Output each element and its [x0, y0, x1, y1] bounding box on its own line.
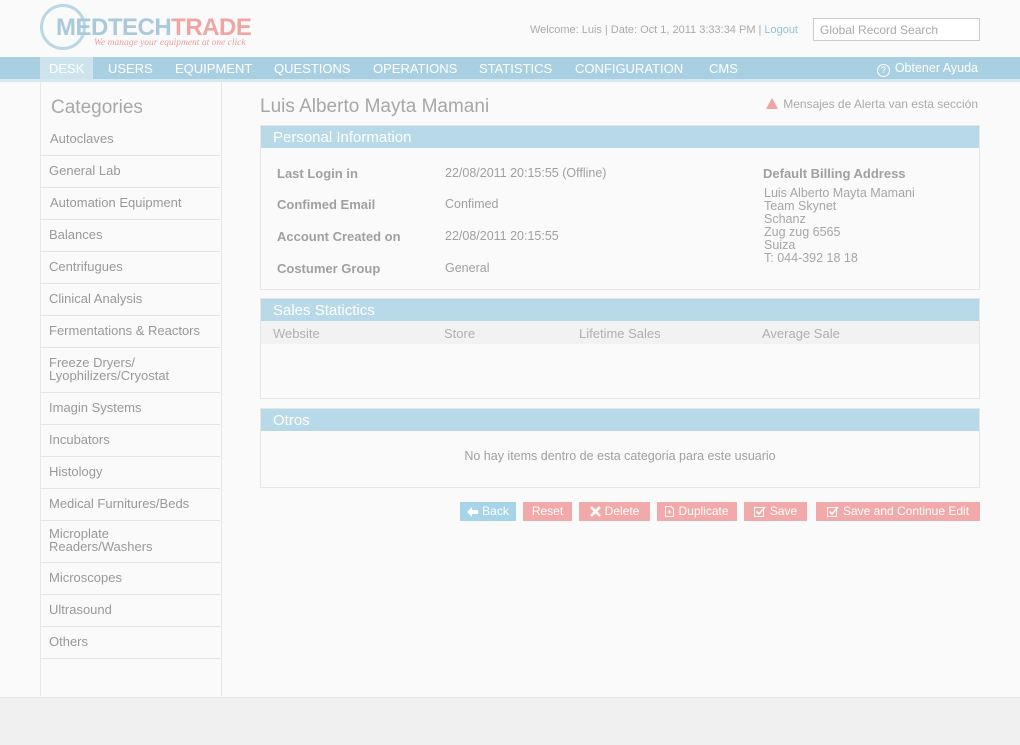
nav-statistics[interactable]: STATISTICS [479, 57, 552, 79]
category-item[interactable]: Imagin Systems [41, 393, 220, 425]
alert-message: Mensajes de Alerta van esta sección [766, 97, 978, 111]
category-list: Autoclaves General Lab Automation Equipm… [41, 124, 220, 659]
field-label: Costumer Group [277, 261, 381, 276]
otros-heading: Otros [261, 409, 979, 431]
help-icon: ? [876, 64, 890, 77]
category-item[interactable]: Microplate Readers/Washers [41, 521, 220, 563]
global-search-input[interactable] [813, 18, 980, 41]
document-icon [665, 506, 675, 517]
welcome-text: Welcome: Luis [529, 24, 602, 36]
main-nav: DESK USERS EQUIPMENT QUESTIONS OPERATION… [0, 57, 1020, 82]
category-item[interactable]: Autoclaves [41, 124, 220, 156]
field-label: Last Login in [277, 166, 358, 181]
column-header[interactable]: Website [273, 326, 320, 341]
checkbox-icon [826, 506, 839, 517]
billing-address: Luis Alberto Mayta Mamani Team Skynet Sc… [764, 187, 915, 265]
nav-questions[interactable]: QUESTIONS [274, 57, 351, 79]
field-label: Confimed Email [277, 197, 376, 212]
field-value: 22/08/2011 20:15:55 [445, 229, 559, 243]
category-item[interactable]: Incubators [41, 425, 220, 457]
category-item[interactable]: Microscopes [41, 563, 220, 595]
checkbox-icon [753, 506, 766, 517]
nav-configuration[interactable]: CONFIGURATION [575, 57, 683, 79]
logout-link[interactable]: Logout [764, 24, 798, 36]
personal-info-heading: Personal Information [261, 126, 979, 148]
logo[interactable]: MEDTECHTRADE We manage your equipment at… [40, 4, 252, 52]
category-item[interactable]: Ultrasound [41, 595, 220, 627]
field-value: 22/08/2011 20:15:55 (Offline) [445, 166, 607, 180]
empty-message: No hay items dentro de esta categoria pa… [464, 449, 776, 463]
category-item[interactable]: Centrifugues [41, 252, 220, 284]
date-text: Date: Oct 1, 2011 3:33:34 PM [610, 24, 756, 36]
sidebar-title: Categories [51, 97, 143, 118]
category-item[interactable]: Others [41, 627, 220, 659]
help-link[interactable]: ? Obtener Ayuda [876, 57, 978, 79]
nav-cms[interactable]: CMS [709, 57, 738, 79]
billing-address-title: Default Billing Address [763, 166, 906, 181]
duplicate-button[interactable]: Duplicate [657, 502, 737, 521]
delete-button[interactable]: Delete [579, 502, 650, 521]
column-header[interactable]: Average Sale [762, 326, 840, 341]
welcome-bar: Welcome: Luis | Date: Oct 1, 2011 3:33:34 … [529, 24, 798, 36]
page-title: Luis Alberto Mayta Mamani [260, 96, 490, 117]
category-item[interactable]: Medical Furnitures/Beds [41, 489, 220, 521]
save-button[interactable]: Save [744, 502, 807, 521]
category-item[interactable]: General Lab [41, 156, 220, 188]
category-item[interactable]: Automation Equipment [41, 188, 220, 220]
logo-tagline: We manage your equipment at one click [94, 38, 246, 48]
nav-users[interactable]: USERS [108, 57, 153, 79]
field-value: Confimed [445, 197, 499, 211]
category-item[interactable]: Histology [41, 457, 220, 489]
nav-desk[interactable]: DESK [40, 57, 94, 79]
save-continue-button[interactable]: Save and Continue Edit [816, 502, 980, 521]
personal-info-panel: Personal Information Last Login in 22/08… [260, 125, 980, 290]
field-value: General [445, 261, 490, 275]
arrow-left-icon [467, 507, 479, 517]
nav-equipment[interactable]: EQUIPMENT [175, 57, 252, 79]
category-item[interactable]: Freeze Dryers/ Lyophilizers/Cryostat [41, 348, 220, 393]
billing-line: T: 044-392 18 18 [764, 251, 858, 265]
sales-stats-panel: Sales Statictics Website Store Lifetime … [260, 298, 980, 399]
back-button[interactable]: Back [460, 502, 516, 521]
close-icon [589, 506, 601, 517]
help-label: Obtener Ayuda [894, 61, 978, 75]
category-item[interactable]: Fermentations & Reactors [41, 316, 220, 348]
category-item[interactable]: Clinical Analysis [41, 284, 220, 316]
table-header: Website Store Lifetime Sales Average Sal… [261, 321, 979, 344]
reset-button[interactable]: Reset [523, 502, 572, 521]
otros-panel: Otros No hay items dentro de esta catego… [260, 408, 980, 488]
sidebar: Categories Autoclaves General Lab Automa… [40, 82, 222, 696]
footer [0, 697, 1020, 745]
column-header[interactable]: Store [444, 326, 475, 341]
sales-stats-heading: Sales Statictics [261, 299, 979, 321]
warning-icon [766, 98, 779, 109]
field-label: Account Created on [277, 229, 401, 244]
header: MEDTECHTRADE We manage your equipment at… [0, 0, 1020, 57]
column-header[interactable]: Lifetime Sales [579, 326, 661, 341]
category-item[interactable]: Balances [41, 220, 220, 252]
nav-operations[interactable]: OPERATIONS [373, 57, 457, 79]
